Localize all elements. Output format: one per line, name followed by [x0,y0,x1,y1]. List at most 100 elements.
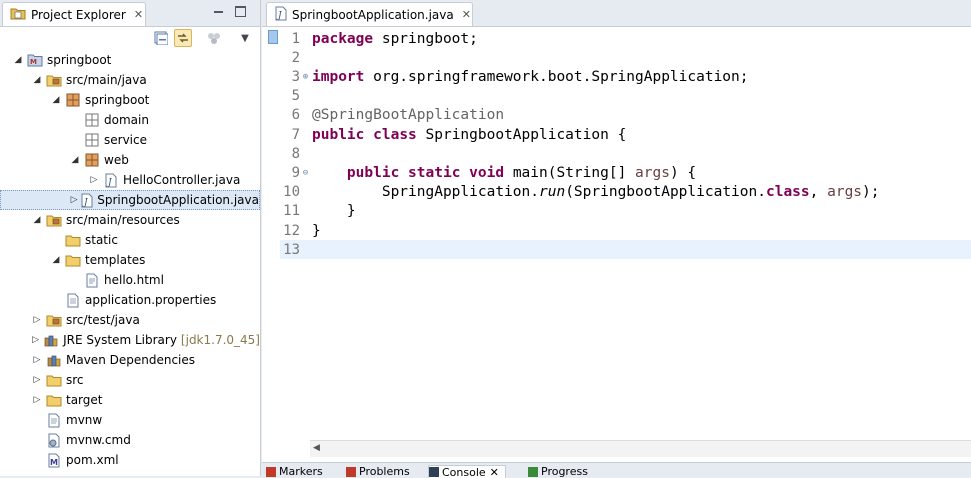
code-token: } [312,223,321,239]
bottom-tab[interactable]: Markers [266,466,342,477]
code-token: } [312,203,356,219]
bottom-tab[interactable]: Progress [528,466,588,477]
explorer-tab[interactable]: Project Explorer ✕ [2,2,146,26]
collapsed-arrow-icon[interactable]: ▷ [88,175,100,185]
tree-item[interactable]: ▷JHelloController.java [0,170,260,190]
collapse-all-button[interactable] [152,29,170,47]
editor-tab-bar: J SpringbootApplication.java ✕ [262,0,971,27]
code-token: run [539,184,565,200]
tree-item[interactable]: ◢springboot [0,90,260,110]
line-number: 11 [280,203,300,219]
tree-item[interactable]: ◢Mspringboot [0,50,260,70]
code-line[interactable]: 6@SpringBootApplication [280,106,971,125]
code-line[interactable]: 8 [280,144,971,163]
tree-item[interactable]: mvnw.cmd [0,430,260,450]
tree-item[interactable]: domain [0,110,260,130]
close-icon[interactable]: ✕ [490,466,499,478]
bottom-panel-tab-bar: Markers Problems Console✕ Progress [262,462,971,477]
code-line[interactable]: 1package springboot; [280,29,971,48]
minimize-view-button[interactable] [213,6,224,17]
tree-item[interactable]: ▷ Maven Dependencies [0,350,260,370]
tree-item[interactable]: ▷src [0,370,260,390]
code-token: springboot; [373,31,478,47]
collapsed-arrow-icon[interactable]: ▷ [31,375,43,385]
code-text: public class SpringbootApplication { [312,127,626,143]
tree-item[interactable]: hello.html [0,270,260,290]
tree-item-label: springboot [47,53,111,67]
tree-item[interactable]: application.properties [0,290,260,310]
tree-item[interactable]: ▷src/test/java [0,310,260,330]
editor-tab-springbootapplication[interactable]: J SpringbootApplication.java ✕ [266,2,473,26]
maximize-view-button[interactable] [235,6,246,17]
code-token: main(String[] [504,165,635,181]
code-token: ) { [670,165,696,181]
code-line[interactable]: 3⊕import org.springframework.boot.Spring… [280,67,971,86]
expanded-arrow-icon[interactable]: ◢ [50,255,62,265]
bottom-tab[interactable]: Console✕ [428,465,506,478]
code-token [460,165,469,181]
expanded-arrow-icon[interactable]: ◢ [50,95,62,105]
package-icon [65,92,81,108]
cmd-file-icon [46,432,62,448]
tree-item[interactable]: ▷JRE System Library[jdk1.7.0_45] [0,330,260,350]
explorer-toolbar: ▼ [0,26,260,50]
collapse-all-icon [154,31,168,45]
horizontal-scrollbar[interactable]: ◀ [310,440,971,457]
expanded-arrow-icon[interactable]: ◢ [69,155,81,165]
empty-package-icon [84,132,100,148]
tree-item[interactable]: ▷JSpringbootApplication.java [0,190,260,210]
tree-item[interactable]: static [0,230,260,250]
editor-tab-label: SpringbootApplication.java [292,8,454,22]
tree-item[interactable]: ◢src/main/resources [0,210,260,230]
code-token: args [635,165,670,181]
code-line[interactable]: 10 SpringApplication.run(SpringbootAppli… [280,183,971,202]
collapsed-arrow-icon[interactable]: ▷ [31,335,40,345]
tree-item-label: Maven Dependencies [66,353,195,367]
code-text: import org.springframework.boot.SpringAp… [312,69,749,85]
line-number: 7 [280,127,300,143]
tree-item[interactable]: ◢web [0,150,260,170]
close-icon[interactable]: ✕ [134,8,143,21]
collapsed-arrow-icon[interactable]: ▷ [31,315,43,325]
collapsed-arrow-icon[interactable]: ▷ [31,395,43,405]
code-token [364,127,373,143]
line-number: 1 [280,31,300,47]
code-line[interactable]: 2 [280,48,971,67]
tree-item[interactable]: mvnw [0,410,260,430]
fold-expand-icon[interactable]: ⊕ [300,72,311,82]
fold-collapse-icon[interactable]: ⊖ [300,168,311,178]
scroll-left-icon[interactable]: ◀ [313,443,320,453]
view-menu-button[interactable]: ▼ [236,29,254,47]
tree-item[interactable]: ◢ templates [0,250,260,270]
code-token: SpringApplication. [312,184,539,200]
close-icon[interactable]: ✕ [462,8,471,21]
expanded-arrow-icon[interactable]: ◢ [31,75,43,85]
properties-file-icon [65,292,81,308]
project-explorer-icon [10,6,26,23]
bottom-tab[interactable]: Problems [346,466,422,477]
link-with-editor-button[interactable] [174,29,192,47]
collapsed-arrow-icon[interactable]: ▷ [31,355,43,365]
tree-item[interactable]: service [0,130,260,150]
code-line[interactable]: 7 public class SpringbootApplication { [280,125,971,144]
expanded-arrow-icon[interactable]: ◢ [12,55,24,65]
code-line[interactable]: 13 [280,240,971,259]
collapsed-arrow-icon[interactable]: ▷ [70,195,78,205]
bottom-tab-label: Problems [359,466,410,477]
tree-item[interactable]: ▷target [0,390,260,410]
tree-item[interactable]: Mpom.xml [0,450,260,470]
focus-on-active-task-button[interactable] [205,29,223,47]
code-token: @SpringBootApplication [312,107,504,123]
expanded-arrow-icon[interactable]: ◢ [31,215,43,225]
code-line[interactable]: 12} [280,221,971,240]
line-number: 10 [280,184,300,200]
code-line[interactable]: 9⊖ public static void main(String[] args… [280,163,971,182]
code-token: public [312,127,364,143]
source-folder-icon [46,72,62,88]
tree-item-label: templates [85,253,145,267]
tree-item[interactable]: ◢src/main/java [0,70,260,90]
code-line[interactable]: 11 } [280,202,971,221]
tree-item-label: HelloController.java [123,173,240,187]
code-line[interactable]: 5 [280,87,971,106]
code-area[interactable]: 1package springboot;23⊕import org.spring… [280,27,971,440]
